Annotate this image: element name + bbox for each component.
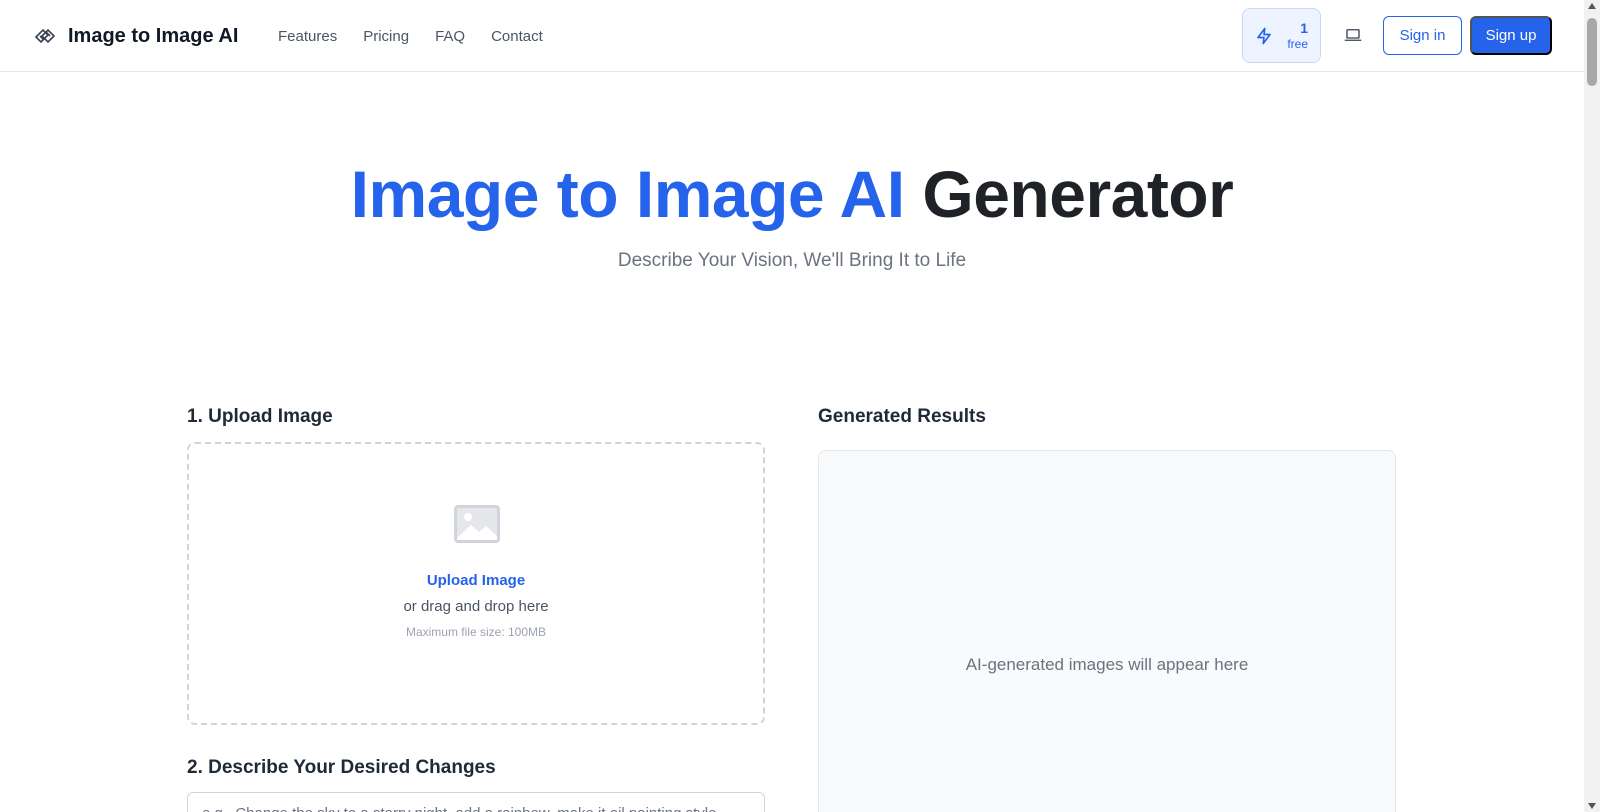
credits-badge[interactable]: 1 free [1242, 8, 1321, 63]
nav-link-pricing[interactable]: Pricing [363, 28, 409, 45]
prompt-textarea[interactable] [187, 792, 765, 812]
nav-link-faq[interactable]: FAQ [435, 28, 465, 45]
nav-link-features[interactable]: Features [278, 28, 337, 45]
sign-in-button[interactable]: Sign in [1383, 16, 1462, 55]
hero-title-rest: Generator [922, 157, 1234, 231]
hero-title-highlight: Image to Image AI [350, 157, 905, 231]
nav-link-contact[interactable]: Contact [491, 28, 543, 45]
scroll-up-arrow-icon[interactable] [1588, 3, 1596, 9]
upload-drag-text: or drag and drop here [403, 598, 549, 615]
credits-label: free [1287, 36, 1308, 51]
theme-toggle-button[interactable] [1340, 22, 1366, 48]
upload-section-label: 1. Upload Image [187, 406, 333, 427]
main-nav: Features Pricing FAQ Contact [278, 24, 543, 48]
results-empty-text: AI-generated images will appear here [965, 655, 1249, 674]
lightning-bolt-icon [1257, 27, 1271, 44]
results-section-label: Generated Results [818, 406, 986, 427]
page: Image to Image AI Features Pricing FAQ C… [0, 0, 1600, 812]
hero-subtitle: Describe Your Vision, We'll Bring It to … [617, 250, 967, 271]
upload-max-size: Maximum file size: 100MB [405, 625, 547, 639]
credits-text: 1 free [1287, 20, 1308, 51]
results-panel: AI-generated images will appear here [818, 450, 1396, 812]
brand-logo-link[interactable]: Image to Image AI [32, 20, 238, 52]
scroll-down-arrow-icon[interactable] [1588, 803, 1596, 809]
site-header: Image to Image AI Features Pricing FAQ C… [0, 0, 1584, 72]
hero-title: Image to Image AI Generator [0, 158, 1584, 231]
credits-count: 1 [1300, 19, 1308, 36]
image-placeholder-icon [454, 505, 500, 543]
laptop-icon [1344, 29, 1362, 41]
sign-up-button[interactable]: Sign up [1470, 16, 1552, 55]
describe-section-label: 2. Describe Your Desired Changes [187, 757, 496, 778]
brand-name: Image to Image AI [68, 24, 239, 47]
page-scrollbar[interactable] [1584, 0, 1600, 812]
upload-image-link[interactable]: Upload Image [189, 572, 763, 589]
upload-dropzone[interactable]: Upload Image or drag and drop here Maxim… [187, 442, 765, 725]
scroll-thumb[interactable] [1587, 18, 1597, 86]
brand-logo-icon [32, 23, 58, 49]
